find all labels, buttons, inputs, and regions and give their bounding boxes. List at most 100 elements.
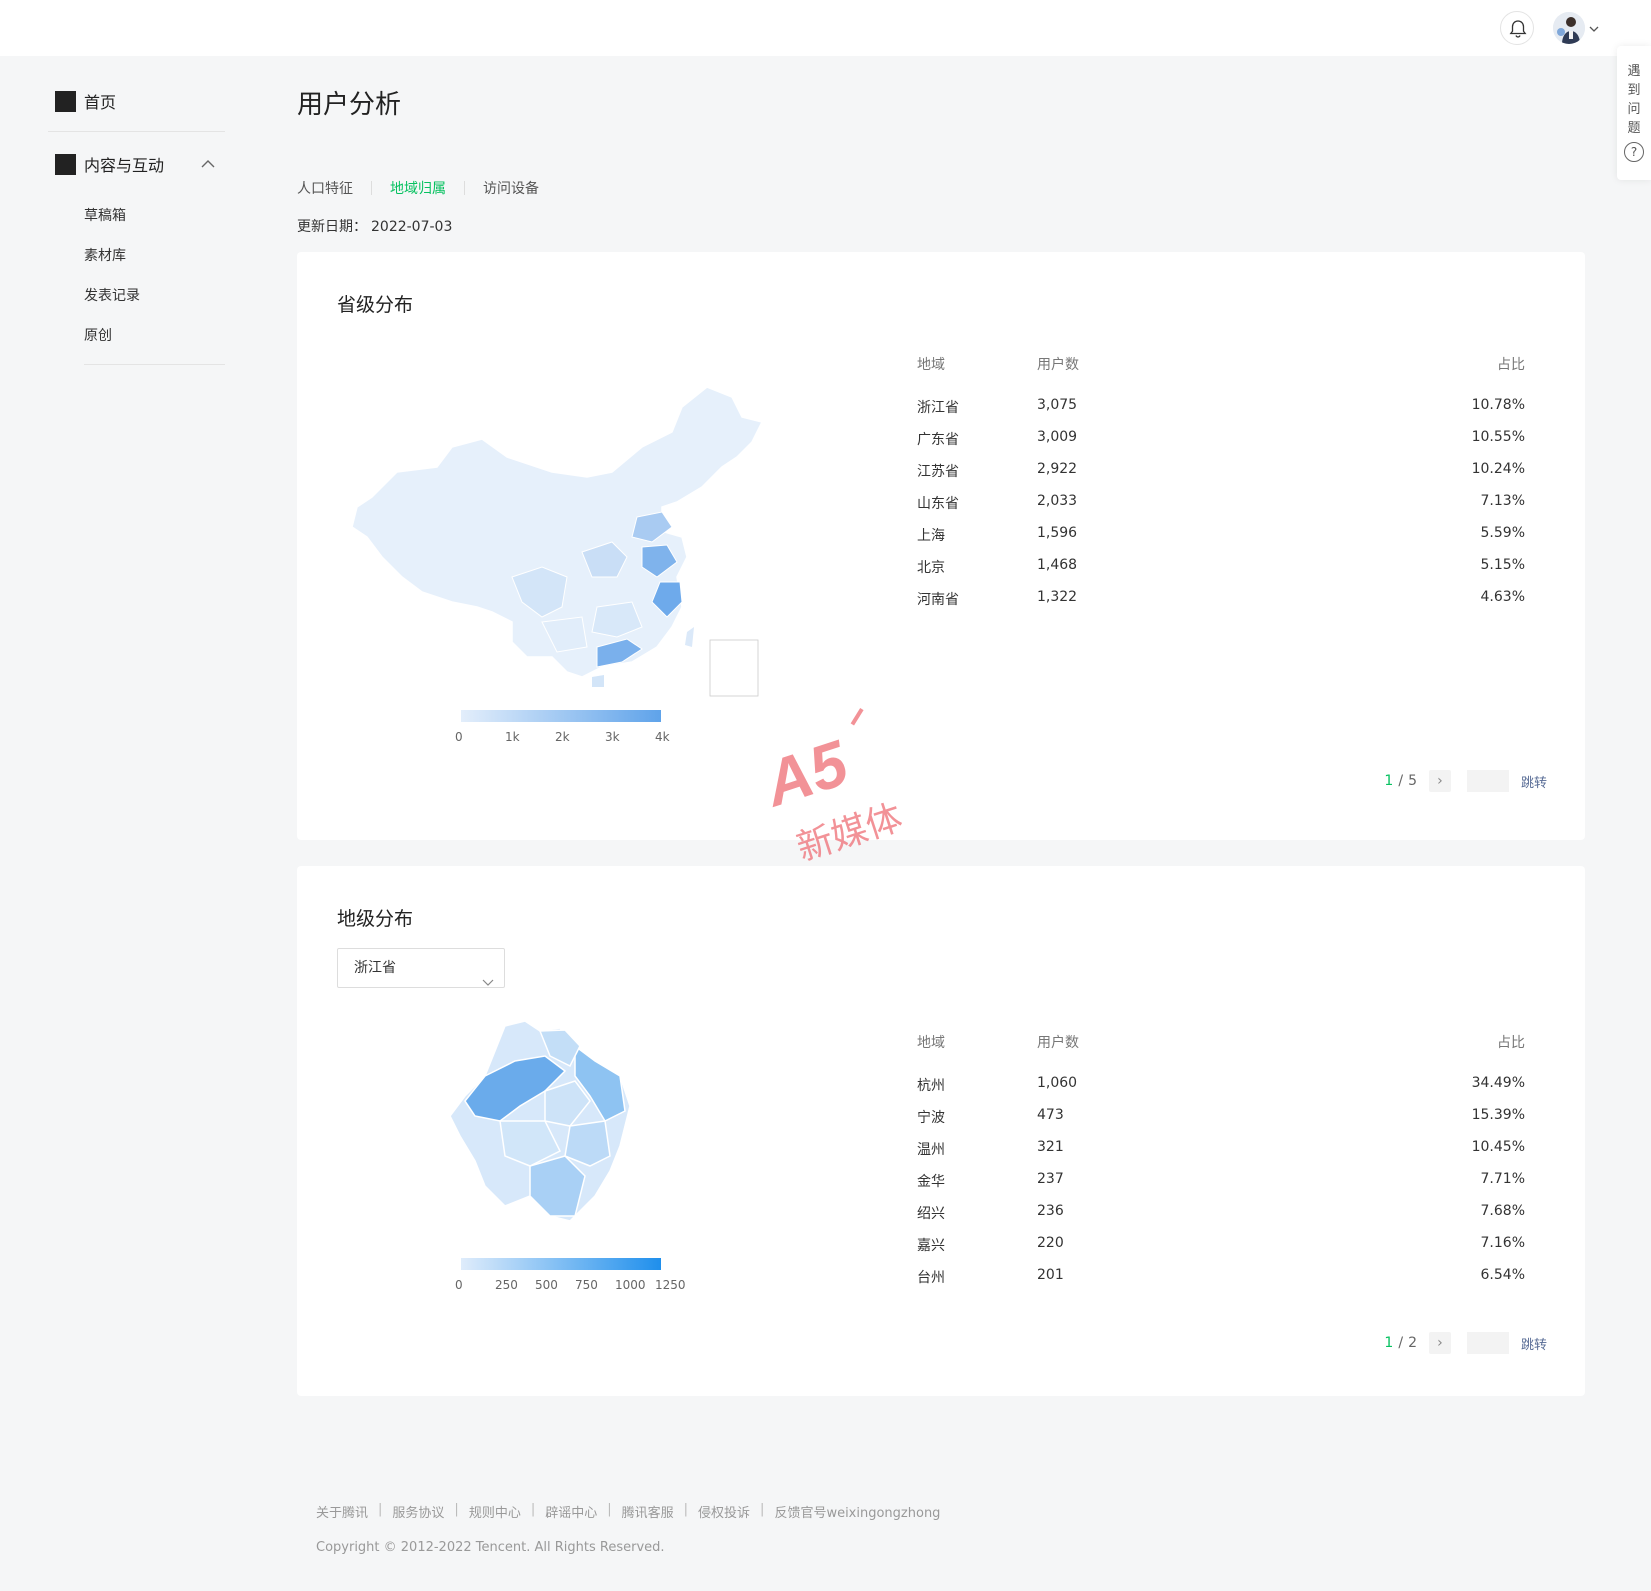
province-select[interactable]: 浙江省 — [337, 948, 505, 988]
sidebar-item-original[interactable]: 原创 — [84, 325, 112, 345]
next-page-button[interactable]: › — [1428, 770, 1451, 792]
pager-total: 5 — [1408, 773, 1417, 789]
col-header-percent: 占比 — [1497, 357, 1525, 373]
table-cell-pct: 34.49% — [1471, 1075, 1525, 1091]
table-cell-region: 北京 — [917, 560, 945, 576]
footer-link[interactable]: 辟谣中心 — [545, 1502, 597, 1521]
pager-slash: / — [1398, 773, 1404, 789]
footer-link[interactable]: 关于腾讯 — [316, 1502, 368, 1521]
table-cell-users: 236 — [1037, 1203, 1064, 1219]
tab-region[interactable]: 地域归属 — [390, 178, 446, 198]
city-pager: 1 / 2 › 跳转 — [1384, 1332, 1547, 1354]
province-pager: 1 / 5 › 跳转 — [1384, 770, 1547, 792]
city-card: 地级分布 浙江省 0 250 500 750 1000 1250 地域 用户数 占比 杭州… — [297, 866, 1585, 1396]
sidebar-divider — [48, 131, 225, 132]
table-cell-pct: 6.54% — [1480, 1267, 1525, 1283]
footer-separator: | — [378, 1502, 383, 1517]
col-header-percent: 占比 — [1497, 1035, 1525, 1051]
table-row: 绍兴 236 7.68% — [917, 1203, 1525, 1235]
copyright: Copyright © 2012-2022 Tencent. All Right… — [316, 1540, 665, 1555]
table-cell-users: 1,322 — [1037, 589, 1078, 605]
sidebar-divider — [84, 364, 225, 365]
footer-link[interactable]: 反馈官号weixingongzhong — [774, 1502, 940, 1521]
footer-link[interactable]: 腾讯客服 — [622, 1502, 674, 1521]
sidebar-item-content[interactable]: 内容与互动 — [55, 152, 164, 176]
sidebar-item-library[interactable]: 素材库 — [84, 245, 126, 265]
footer-separator: | — [607, 1502, 612, 1517]
footer-separator: | — [530, 1502, 536, 1517]
legend-tick-label: 2k — [555, 730, 570, 744]
watermark-brand: A5 — [762, 726, 857, 821]
legend-tick-label: 4k — [655, 730, 670, 744]
table-row: 温州 321 10.45% — [917, 1139, 1525, 1171]
table-cell-region: 宁波 — [917, 1110, 945, 1126]
pager-current: 1 — [1384, 1335, 1394, 1351]
table-cell-region: 台州 — [917, 1270, 945, 1286]
table-cell-region: 河南省 — [917, 592, 959, 608]
table-cell-users: 3,075 — [1037, 397, 1078, 413]
col-header-users: 用户数 — [1037, 357, 1079, 373]
table-row: 广东省 3,009 10.55% — [917, 429, 1525, 461]
page-jump-input[interactable] — [1466, 1332, 1509, 1354]
home-icon — [55, 90, 76, 112]
table-cell-users: 3,009 — [1037, 429, 1078, 445]
footer-links: 关于腾讯 | 服务协议 | 规则中心 | 辟谣中心 | 腾讯客服 | 侵权投诉 | 反馈官号weixin… — [316, 1502, 940, 1521]
table-cell-region: 金华 — [917, 1174, 945, 1190]
table-cell-pct: 10.24% — [1471, 461, 1525, 477]
chevron-up-icon[interactable] — [200, 155, 216, 174]
update-label: 更新日期： — [297, 219, 367, 235]
table-row: 台州 201 6.54% — [917, 1267, 1525, 1299]
chevron-down-icon[interactable] — [1588, 20, 1600, 39]
legend-tick-label: 1250 — [655, 1278, 686, 1292]
sidebar-item-drafts[interactable]: 草稿箱 — [84, 205, 126, 225]
jump-button[interactable]: 跳转 — [1521, 1334, 1547, 1353]
tab-demographics[interactable]: 人口特征 — [297, 178, 353, 198]
jump-button[interactable]: 跳转 — [1521, 772, 1547, 791]
table-cell-pct: 7.13% — [1480, 493, 1525, 509]
china-map[interactable] — [342, 377, 782, 721]
user-avatar[interactable] — [1553, 12, 1585, 44]
footer-link[interactable]: 侵权投诉 — [698, 1502, 750, 1521]
next-page-button[interactable]: › — [1428, 1332, 1451, 1354]
table-row: 山东省 2,033 7.13% — [917, 493, 1525, 525]
content-icon — [55, 153, 76, 175]
table-cell-users: 1,060 — [1037, 1075, 1078, 1091]
table-row: 宁波 473 15.39% — [917, 1107, 1525, 1139]
legend-tick-label: 500 — [535, 1278, 558, 1292]
table-cell-pct: 7.68% — [1480, 1203, 1525, 1219]
city-title: 地级分布 — [337, 908, 414, 930]
table-cell-region: 上海 — [917, 528, 945, 544]
province-select-value: 浙江省 — [354, 960, 396, 976]
table-cell-users: 473 — [1037, 1107, 1064, 1123]
table-cell-region: 温州 — [917, 1142, 945, 1158]
table-row: 嘉兴 220 7.16% — [917, 1235, 1525, 1267]
table-cell-region: 广东省 — [917, 432, 959, 448]
help-tab[interactable]: 遇到问题 ? — [1617, 46, 1651, 180]
city-legend-bar — [461, 1258, 661, 1270]
footer-link[interactable]: 规则中心 — [469, 1502, 521, 1521]
sidebar-item-home[interactable]: 首页 — [55, 89, 116, 113]
table-row: 北京 1,468 5.15% — [917, 557, 1525, 589]
zhejiang-map[interactable] — [445, 1016, 675, 1250]
table-cell-users: 1,468 — [1037, 557, 1078, 573]
footer-link[interactable]: 服务协议 — [392, 1502, 444, 1521]
page-jump-input[interactable] — [1466, 770, 1509, 792]
table-cell-pct: 10.55% — [1471, 429, 1525, 445]
table-row: 河南省 1,322 4.63% — [917, 589, 1525, 621]
help-label: 遇到问题 — [1617, 62, 1651, 138]
legend-tick-label: 0 — [455, 1278, 463, 1292]
tab-divider — [371, 181, 372, 195]
pager-total: 2 — [1408, 1335, 1417, 1351]
table-row: 杭州 1,060 34.49% — [917, 1075, 1525, 1107]
table-cell-pct: 10.45% — [1471, 1139, 1525, 1155]
legend-tick-label: 250 — [495, 1278, 518, 1292]
pager-current: 1 — [1384, 773, 1394, 789]
page-title: 用户分析 — [297, 90, 402, 120]
sidebar-item-publish-log[interactable]: 发表记录 — [84, 285, 140, 305]
tab-devices[interactable]: 访问设备 — [483, 178, 539, 198]
bell-icon[interactable] — [1500, 11, 1534, 45]
sidebar-item-label: 首页 — [84, 93, 117, 112]
table-cell-pct: 7.71% — [1480, 1171, 1525, 1187]
footer-separator: | — [683, 1502, 689, 1517]
table-cell-pct: 10.78% — [1471, 397, 1525, 413]
